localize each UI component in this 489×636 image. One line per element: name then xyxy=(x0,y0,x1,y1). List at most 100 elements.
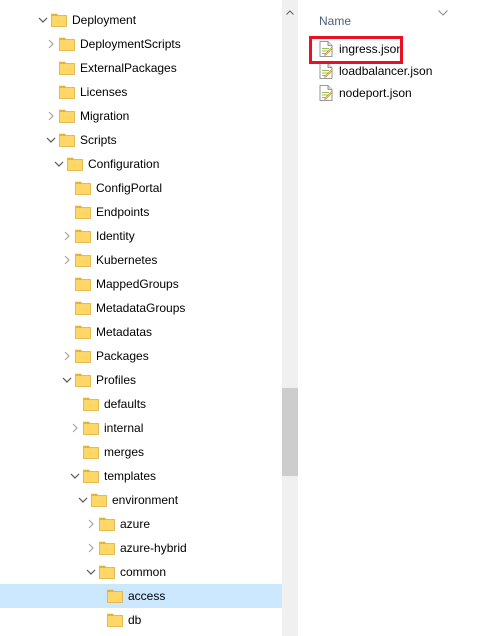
chevron-right-icon[interactable] xyxy=(69,422,81,434)
folder-icon xyxy=(83,469,99,483)
folder-icon xyxy=(75,373,91,387)
file-name: nodeport.json xyxy=(339,86,412,100)
tree-item-kubernetes[interactable]: Kubernetes xyxy=(0,248,282,272)
tree-item-label: common xyxy=(120,565,167,579)
tree-item-metadatas[interactable]: Metadatas xyxy=(0,320,282,344)
tree-item-identity[interactable]: Identity xyxy=(0,224,282,248)
chevron-down-icon[interactable] xyxy=(69,470,81,482)
folder-icon xyxy=(75,325,91,339)
chevron-right-icon[interactable] xyxy=(45,38,57,50)
tree-item-label: db xyxy=(128,613,142,627)
tree-item-db[interactable]: db xyxy=(0,608,282,632)
chevron-right-icon[interactable] xyxy=(85,542,97,554)
folder-icon xyxy=(75,181,91,195)
file-name: loadbalancer.json xyxy=(339,64,433,78)
tree-item-label: MappedGroups xyxy=(96,277,179,291)
tree-item-label: Metadatas xyxy=(96,325,153,339)
folder-icon xyxy=(99,541,115,555)
tree-item-common[interactable]: common xyxy=(0,560,282,584)
tree-item-label: ConfigPortal xyxy=(96,181,163,195)
tree-item-label: azure xyxy=(120,517,151,531)
chevron-down-icon[interactable] xyxy=(61,374,73,386)
folder-icon xyxy=(67,157,83,171)
folder-icon xyxy=(59,37,75,51)
chevron-down-icon[interactable] xyxy=(77,494,89,506)
folder-icon xyxy=(75,349,91,363)
folder-icon xyxy=(83,421,99,435)
tree-item-label: azure-hybrid xyxy=(120,541,187,555)
name-column-header[interactable]: Name xyxy=(319,14,351,28)
tree-item-label: Configuration xyxy=(88,157,160,171)
chevron-right-icon[interactable] xyxy=(61,254,73,266)
tree-item-label: access xyxy=(128,589,166,603)
folder-icon xyxy=(83,397,99,411)
folder-icon xyxy=(107,613,123,627)
tree-item-label: Kubernetes xyxy=(96,253,158,267)
tree-item-scripts[interactable]: Scripts xyxy=(0,128,282,152)
tree-item-deploymentscripts[interactable]: DeploymentScripts xyxy=(0,32,282,56)
tree-item-label: internal xyxy=(104,421,144,435)
scrollbar-thumb[interactable] xyxy=(282,388,298,476)
tree-item-label: environment xyxy=(112,493,179,507)
folder-icon xyxy=(99,517,115,531)
navigation-pane: Deployment DeploymentScripts ExternalPacka… xyxy=(0,0,282,636)
tree-item-label: DeploymentScripts xyxy=(80,37,181,51)
tree-item-azure[interactable]: azure xyxy=(0,512,282,536)
chevron-right-icon[interactable] xyxy=(45,110,57,122)
folder-icon xyxy=(75,301,91,315)
folder-icon xyxy=(59,109,75,123)
folder-icon xyxy=(59,133,75,147)
tree-item-internal[interactable]: internal xyxy=(0,416,282,440)
chevron-right-icon[interactable] xyxy=(85,518,97,530)
chevron-right-icon[interactable] xyxy=(61,350,73,362)
folder-icon xyxy=(59,85,75,99)
folder-icon xyxy=(99,565,115,579)
tree-item-label: templates xyxy=(104,469,157,483)
tree-item-label: Profiles xyxy=(96,373,137,387)
tree-item-endpoints[interactable]: Endpoints xyxy=(0,200,282,224)
folder-icon xyxy=(75,205,91,219)
tree-item-mappedgroups[interactable]: MappedGroups xyxy=(0,272,282,296)
tree-item-metadatagroups[interactable]: MetadataGroups xyxy=(0,296,282,320)
tree-item-label: ExternalPackages xyxy=(80,61,177,75)
folder-icon xyxy=(59,61,75,75)
tree-item-label: Scripts xyxy=(80,133,117,147)
folder-icon xyxy=(51,13,67,27)
folder-icon xyxy=(107,589,123,603)
json-file-icon xyxy=(319,85,333,101)
chevron-down-icon[interactable] xyxy=(53,158,65,170)
tree-item-label: Identity xyxy=(96,229,135,243)
tree-item-migration[interactable]: Migration xyxy=(0,104,282,128)
folder-icon xyxy=(83,445,99,459)
file-item-nodeport-json[interactable]: nodeport.json xyxy=(319,82,479,102)
chevron-down-icon[interactable] xyxy=(37,14,49,26)
tree-item-templates[interactable]: templates xyxy=(0,464,282,488)
tree-item-environment[interactable]: environment xyxy=(0,488,282,512)
scroll-up-arrow-icon[interactable] xyxy=(282,6,298,18)
tree-item-profiles[interactable]: Profiles xyxy=(0,368,282,392)
folder-icon xyxy=(75,253,91,267)
tree-item-label: defaults xyxy=(104,397,147,411)
tree-item-configuration[interactable]: Configuration xyxy=(0,152,282,176)
navigation-scrollbar[interactable] xyxy=(282,0,298,636)
highlight-box xyxy=(309,36,403,64)
tree-item-deployment[interactable]: Deployment xyxy=(0,8,282,32)
tree-item-packages[interactable]: Packages xyxy=(0,344,282,368)
tree-item-label: Endpoints xyxy=(96,205,150,219)
folder-icon xyxy=(75,277,91,291)
tree-item-label: Deployment xyxy=(72,13,137,27)
tree-item-access[interactable]: access xyxy=(0,584,282,608)
tree-item-label: Packages xyxy=(96,349,149,363)
sort-chevron-icon[interactable] xyxy=(438,5,448,16)
chevron-right-icon[interactable] xyxy=(61,230,73,242)
tree-item-label: Licenses xyxy=(80,85,128,99)
chevron-down-icon[interactable] xyxy=(85,566,97,578)
tree-item-merges[interactable]: merges xyxy=(0,440,282,464)
tree-item-label: merges xyxy=(104,445,145,459)
tree-item-defaults[interactable]: defaults xyxy=(0,392,282,416)
chevron-down-icon[interactable] xyxy=(45,134,57,146)
tree-item-configportal[interactable]: ConfigPortal xyxy=(0,176,282,200)
tree-item-licenses[interactable]: Licenses xyxy=(0,80,282,104)
tree-item-azure-hybrid[interactable]: azure-hybrid xyxy=(0,536,282,560)
tree-item-externalpackages[interactable]: ExternalPackages xyxy=(0,56,282,80)
